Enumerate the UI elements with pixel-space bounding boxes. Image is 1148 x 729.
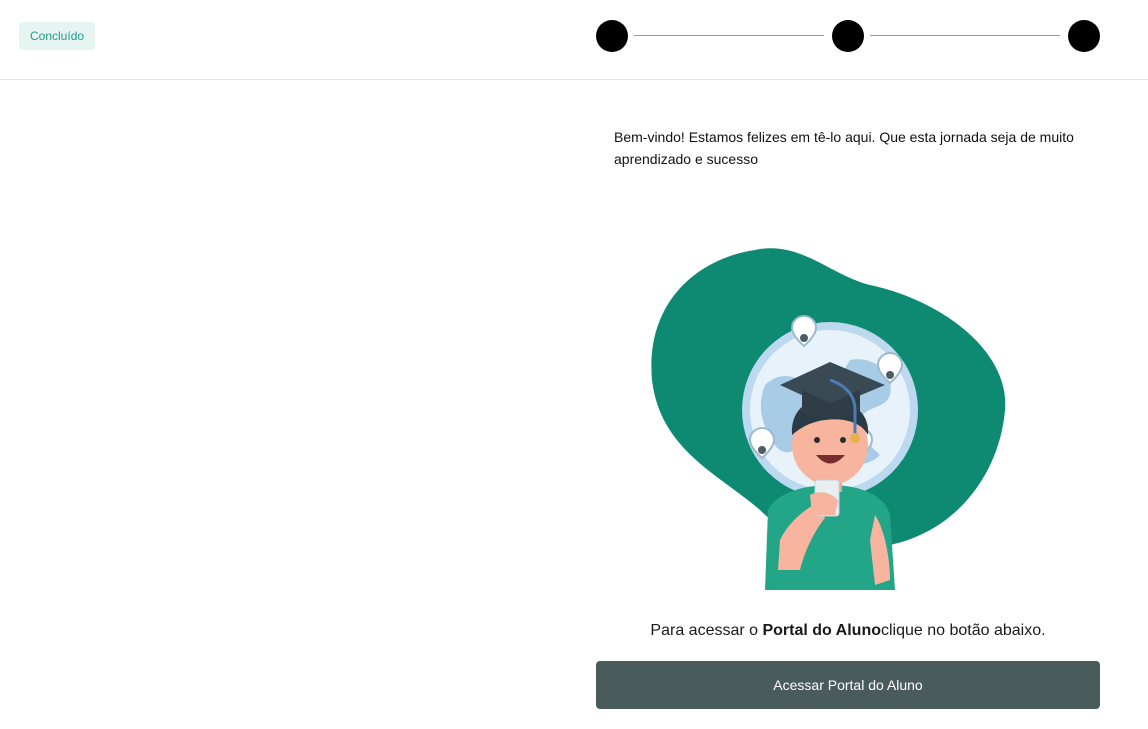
top-bar: Concluído	[0, 0, 1148, 80]
welcome-message: Bem-vindo! Estamos felizes em tê-lo aqui…	[614, 129, 1074, 167]
cta-suffix: clique no botão abaixo.	[881, 622, 1046, 639]
cta-prefix: Para acessar o	[650, 622, 763, 639]
step-connector-1	[634, 35, 824, 36]
step-3-dot	[1068, 20, 1100, 52]
step-connector-2	[870, 35, 1060, 36]
step-1-dot	[596, 20, 628, 52]
access-portal-button[interactable]: Acessar Portal do Aluno	[596, 661, 1100, 709]
step-2-dot	[832, 20, 864, 52]
status-badge: Concluído	[19, 22, 96, 50]
graduate-student-illustration	[651, 248, 1006, 590]
progress-stepper	[596, 20, 1100, 52]
portal-name: Portal do Aluno	[762, 622, 881, 639]
portal-instruction: Para acessar o Portal do Alunoclique no …	[596, 620, 1100, 642]
